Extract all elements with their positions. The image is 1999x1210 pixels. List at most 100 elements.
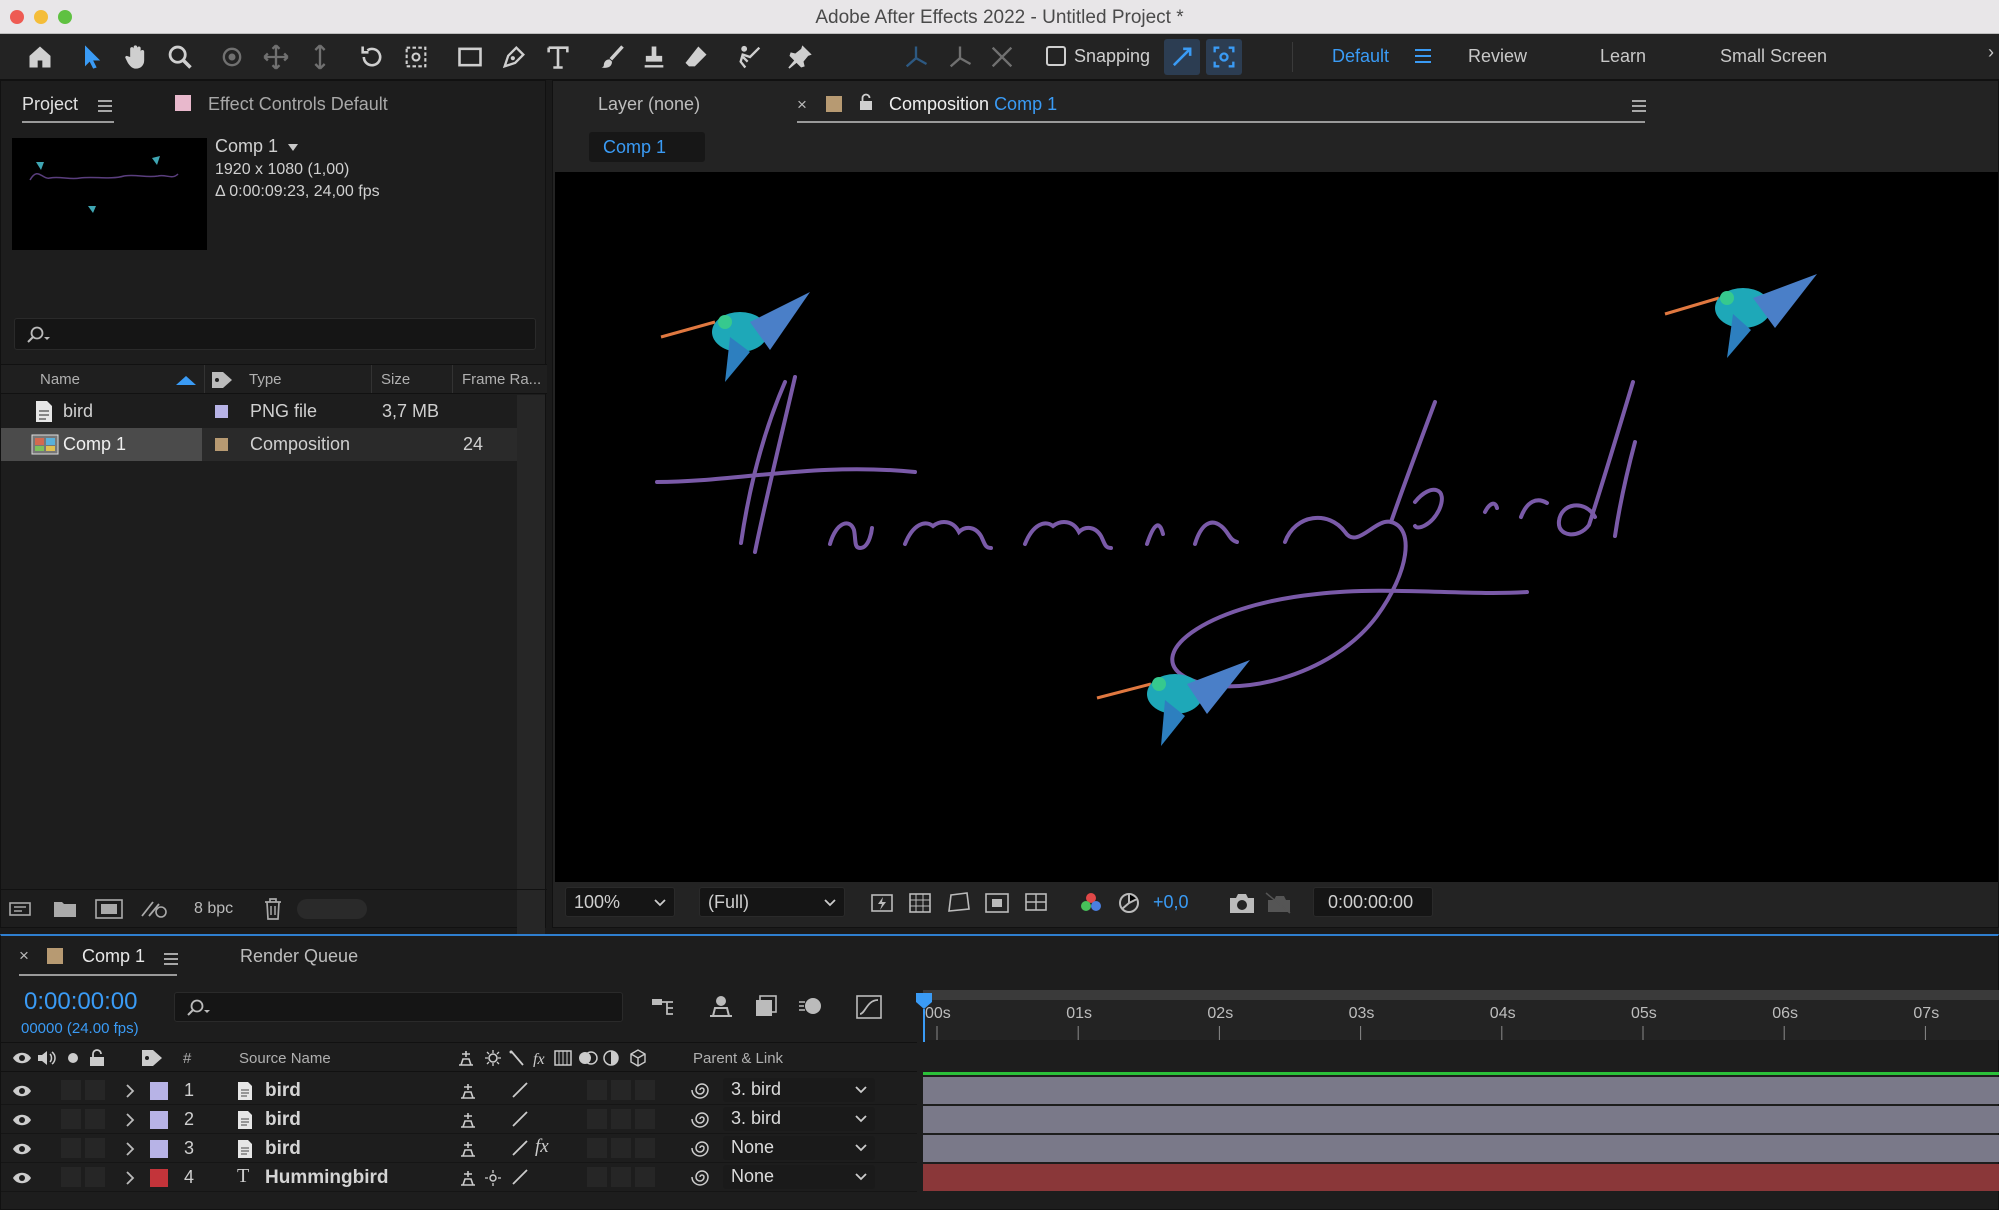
effect-fx-icon[interactable]: fx	[535, 1136, 549, 1158]
exposure-value[interactable]: +0,0	[1153, 892, 1189, 913]
workspace-small-screen[interactable]: Small Screen	[1720, 46, 1827, 67]
eraser-tool[interactable]	[678, 39, 714, 75]
layer-row[interactable]: 2 bird 3. bird	[1, 1105, 917, 1134]
rectangle-tool[interactable]	[452, 39, 488, 75]
anchor-point-tool[interactable]	[398, 39, 434, 75]
layer-duration-bar[interactable]	[923, 1106, 1999, 1133]
video-eye-icon[interactable]	[12, 1051, 32, 1065]
parent-dropdown[interactable]: 3. bird	[723, 1107, 875, 1131]
brush-tool[interactable]	[594, 39, 630, 75]
layer-name[interactable]: bird	[265, 1109, 301, 1131]
solo-toggle[interactable]	[61, 1167, 81, 1187]
breadcrumb[interactable]: Comp 1	[589, 132, 705, 162]
world-axis-mode[interactable]	[942, 39, 978, 75]
project-settings-icon[interactable]	[139, 898, 169, 920]
clone-stamp-tool[interactable]	[636, 39, 672, 75]
chevron-right-icon[interactable]	[125, 1113, 135, 1127]
switch-box[interactable]	[611, 1109, 631, 1129]
trash-icon[interactable]	[263, 898, 283, 920]
camera-snapshot-icon[interactable]	[1229, 892, 1255, 914]
selection-tool[interactable]	[74, 39, 110, 75]
quality-icon[interactable]	[511, 1139, 529, 1157]
solo-toggle[interactable]	[61, 1109, 81, 1129]
puppet-pin-tool[interactable]	[782, 39, 818, 75]
frame-blending-icon[interactable]	[753, 994, 779, 1018]
label-tag-icon[interactable]	[141, 1049, 163, 1067]
workspace-default[interactable]: Default	[1332, 46, 1389, 67]
pan-camera-tool[interactable]	[258, 39, 294, 75]
layer-name[interactable]: bird	[265, 1138, 301, 1160]
lock-toggle[interactable]	[85, 1167, 105, 1187]
switch-box[interactable]	[635, 1080, 655, 1100]
panel-menu-icon[interactable]	[163, 952, 179, 966]
local-axis-mode[interactable]	[898, 39, 934, 75]
layer-name[interactable]: Hummingbird	[265, 1167, 389, 1189]
parent-dropdown[interactable]: 3. bird	[723, 1078, 875, 1102]
lock-toggle[interactable]	[85, 1138, 105, 1158]
quality-icon[interactable]	[511, 1081, 529, 1099]
eye-icon[interactable]	[12, 1113, 32, 1127]
chevron-right-icon[interactable]	[125, 1142, 135, 1156]
close-tab-icon[interactable]: ×	[797, 95, 807, 115]
pick-whip-icon[interactable]	[691, 1109, 713, 1129]
motion-blur-icon[interactable]	[797, 994, 825, 1018]
lock-icon[interactable]	[89, 1049, 105, 1067]
new-composition-icon[interactable]	[95, 898, 123, 920]
eye-icon[interactable]	[12, 1171, 32, 1185]
comp-name[interactable]: Comp 1	[215, 136, 278, 157]
label-chip[interactable]	[150, 1140, 168, 1158]
lock-icon[interactable]	[859, 93, 873, 111]
switch-box[interactable]	[635, 1138, 655, 1158]
shy-icon[interactable]	[459, 1169, 477, 1187]
label-chip[interactable]	[150, 1111, 168, 1129]
layer-duration-bar[interactable]	[923, 1135, 1999, 1162]
label-chip[interactable]	[215, 405, 228, 418]
current-time-display[interactable]: 0:00:00:00	[24, 988, 137, 1016]
label-chip[interactable]	[150, 1082, 168, 1100]
sort-ascending-icon[interactable]	[175, 375, 197, 386]
tab-composition[interactable]: Composition Comp 1	[889, 94, 1057, 115]
layer-row[interactable]: 1 bird 3. bird	[1, 1076, 917, 1105]
label-chip[interactable]	[150, 1169, 168, 1187]
project-search-input[interactable]	[14, 318, 536, 350]
transparency-grid-icon[interactable]	[909, 893, 931, 913]
shy-icon[interactable]	[459, 1140, 477, 1158]
solo-dot-icon[interactable]	[67, 1052, 79, 1064]
shy-layers-icon[interactable]	[707, 994, 735, 1018]
switch-box[interactable]	[611, 1138, 631, 1158]
column-size[interactable]: Size	[381, 371, 410, 388]
color-management-icon[interactable]	[1117, 891, 1141, 915]
column-type[interactable]: Type	[249, 371, 282, 388]
snapping-checkbox[interactable]	[1046, 46, 1066, 66]
column-number[interactable]: #	[183, 1050, 191, 1067]
fast-previews-icon[interactable]	[871, 893, 895, 913]
timeline-search-input[interactable]	[174, 992, 623, 1022]
audio-speaker-icon[interactable]	[37, 1049, 57, 1067]
workspace-review[interactable]: Review	[1468, 46, 1527, 67]
eye-icon[interactable]	[12, 1142, 32, 1156]
grid-guides-icon[interactable]	[1023, 891, 1051, 915]
view-axis-mode[interactable]	[984, 39, 1020, 75]
shy-icon[interactable]	[459, 1111, 477, 1129]
thumbnail-slider[interactable]	[297, 899, 367, 919]
work-area-bar[interactable]	[923, 990, 1999, 1000]
pick-whip-icon[interactable]	[691, 1080, 713, 1100]
workspace-overflow-icon[interactable]: ›	[1988, 42, 1994, 63]
eye-icon[interactable]	[12, 1084, 32, 1098]
chevron-down-icon[interactable]	[287, 143, 299, 152]
viewer-timecode[interactable]: 0:00:00:00	[1313, 887, 1433, 917]
project-item-comp-1[interactable]: Comp 1 Composition 24	[1, 428, 517, 461]
interpret-footage-icon[interactable]	[9, 899, 35, 919]
column-source-name[interactable]: Source Name	[239, 1050, 331, 1067]
orbit-camera-tool[interactable]	[214, 39, 250, 75]
project-scrollbar[interactable]	[517, 395, 545, 975]
solo-toggle[interactable]	[61, 1138, 81, 1158]
collapse-transform-icon[interactable]	[485, 1170, 501, 1186]
color-channels-icon[interactable]	[1079, 891, 1103, 915]
current-time-indicator[interactable]	[914, 992, 934, 1042]
switch-box[interactable]	[611, 1167, 631, 1187]
composition-canvas[interactable]	[555, 172, 1998, 882]
rotation-tool[interactable]	[354, 39, 390, 75]
dolly-camera-tool[interactable]	[302, 39, 338, 75]
switch-box[interactable]	[587, 1109, 607, 1129]
